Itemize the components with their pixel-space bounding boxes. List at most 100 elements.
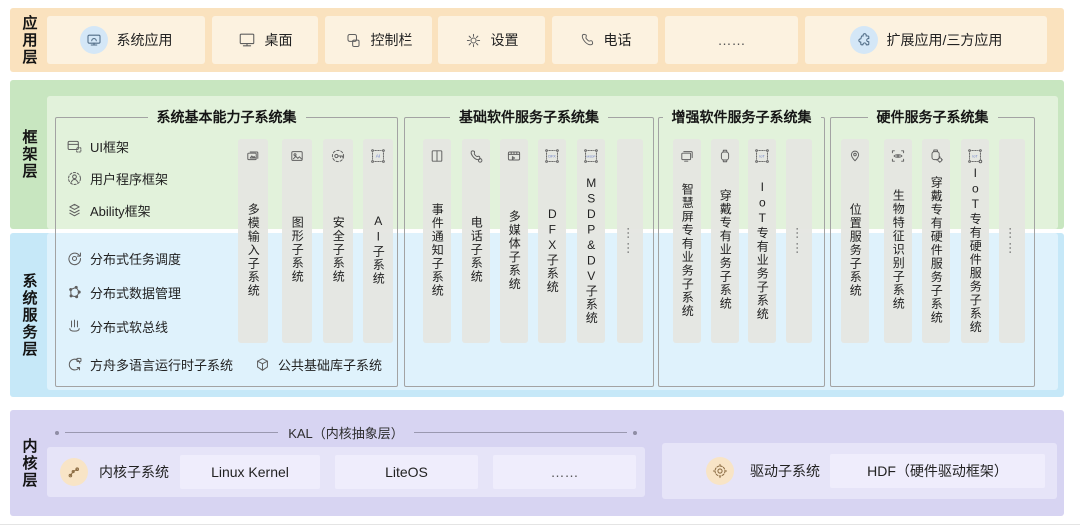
service-item: 公共基础库子系统 <box>254 355 382 374</box>
driver-item-hdf: HDF（硬件驱动框架） <box>830 454 1045 488</box>
subsystem-column-label: IoT专有业务子系统 <box>756 180 769 329</box>
app-item-ellipsis: …… <box>665 16 798 64</box>
subsystem-column-label: 穿戴专有硬件服务子系统 <box>930 176 943 333</box>
driver-subsystem-gear-icon <box>706 457 734 485</box>
telephony-icon <box>468 147 484 165</box>
app-item-label: 设置 <box>491 30 519 50</box>
layer-label-application: 应用层 <box>10 8 48 72</box>
graphics-icon <box>289 147 305 165</box>
subsystem-column-label: 智慧屏专有业务子系统 <box>681 183 694 326</box>
subsystem-column: 图形子系统 <box>282 139 312 343</box>
wearable-business-icon <box>717 147 733 165</box>
subsystem-column: 事件通知子系统 <box>423 139 451 343</box>
subsystem-column: AI AI子系统 <box>363 139 393 343</box>
kal-line-endpoint <box>633 431 637 435</box>
subsystem-column-label: 穿戴专有业务子系统 <box>719 189 732 319</box>
msdp-dv-icon: MSDP <box>583 147 599 165</box>
section-title: 硬件服务子系统集 <box>868 107 998 128</box>
svg-text:AI: AI <box>376 154 381 160</box>
driver-subsystem-panel: 驱动子系统 HDF（硬件驱动框架） <box>662 443 1057 499</box>
ai-icon: AI <box>370 147 386 165</box>
subsystem-column: IoT IoT专有业务子系统 <box>748 139 776 343</box>
kal-line-segment <box>65 432 278 433</box>
distributed-softbus-icon <box>66 318 83 335</box>
subsystem-column: 多模输入子系统 <box>238 139 268 343</box>
subsystem-column: 安全子系统 <box>323 139 353 343</box>
section-hardware-services: 硬件服务子系统集 位置服务子系统 生物特征识别子系统 穿戴专有硬件服务子系统 I… <box>830 117 1035 387</box>
kal-label: KAL（内核抽象层） <box>284 423 408 442</box>
app-item-label: 扩展应用/三方应用 <box>887 30 1003 50</box>
application-layer-band: 应用层 系统应用 桌面 控制栏 设置 <box>10 8 1064 72</box>
framework-item: UI框架 <box>66 137 129 156</box>
phone-icon <box>579 32 595 48</box>
kernel-subsystem-panel: 内核子系统 Linux Kernel LiteOS …… <box>47 447 645 497</box>
app-item-label: 系统应用 <box>117 30 173 50</box>
biometric-recognition-icon <box>890 147 906 165</box>
ellipsis-text: …… <box>794 226 809 256</box>
subsystem-column: 位置服务子系统 <box>841 139 869 343</box>
common-library-icon <box>254 356 271 373</box>
subsystem-column-label: 安全子系统 <box>332 216 345 292</box>
app-item-extended-apps: 扩展应用/三方应用 <box>805 16 1047 64</box>
service-item-label: 分布式软总线 <box>90 317 168 336</box>
app-item-desktop: 桌面 <box>212 16 318 64</box>
location-service-icon <box>847 147 863 165</box>
kal-line-segment <box>414 432 627 433</box>
dfx-icon: DFX <box>544 147 560 165</box>
kernel-subsystem-label: 内核子系统 <box>99 447 169 497</box>
desktop-icon <box>238 31 256 49</box>
subsystem-column-label: 图形子系统 <box>291 216 304 292</box>
layer-label-system-services: 系统服务层 <box>10 233 48 397</box>
smart-screen-icon <box>679 147 695 165</box>
security-icon <box>330 147 346 165</box>
app-item-label: 电话 <box>604 30 632 50</box>
system-apps-icon <box>80 26 108 54</box>
section-basic-software-services: 基础软件服务子系统集 事件通知子系统 电话子系统 多媒体子系统 DFX DFX子… <box>404 117 654 387</box>
ui-framework-icon <box>66 138 83 155</box>
ellipsis-text: …… <box>1007 226 1022 256</box>
ellipsis-text: …… <box>625 226 640 256</box>
subsystem-column: MSDP MSDP&DV子系统 <box>577 139 605 343</box>
kernel-item-linux: Linux Kernel <box>180 455 320 489</box>
multimodal-input-icon <box>245 147 261 165</box>
framework-item-label: UI框架 <box>90 137 129 156</box>
layer-label-framework: 框架层 <box>10 80 48 229</box>
subsystem-column-label: 事件通知子系统 <box>431 203 444 306</box>
subsystem-column-label: AI子系统 <box>372 214 385 294</box>
service-item-label: 分布式数据管理 <box>90 283 181 302</box>
event-notification-icon <box>429 147 445 165</box>
svg-text:DFX: DFX <box>548 154 556 158</box>
section-title: 基础软件服务子系统集 <box>450 107 608 128</box>
service-item: 方舟多语言运行时子系统 <box>66 355 233 374</box>
subsystem-column-label: 多媒体子系统 <box>508 210 521 299</box>
distributed-task-icon <box>66 250 83 267</box>
svg-text:IoT: IoT <box>972 154 978 158</box>
svg-text:MSDP: MSDP <box>587 154 596 158</box>
iot-hardware-icon: IoT <box>967 147 983 165</box>
control-bar-icon <box>345 32 362 49</box>
section-basic-capability: 系统基本能力子系统集 UI框架 用户程序框架 Ability框架 分布式任务调度 <box>55 117 398 387</box>
app-item-system-apps: 系统应用 <box>47 16 205 64</box>
subsystem-column: IoT IoT专有硬件服务子系统 <box>961 139 989 343</box>
subsystem-column-ellipsis: …… <box>617 139 643 343</box>
layer-label-kernel: 内核层 <box>10 410 48 516</box>
settings-gear-icon <box>465 32 482 49</box>
svg-text:IoT: IoT <box>759 154 765 158</box>
kal-line-endpoint <box>55 431 59 435</box>
service-item: 分布式软总线 <box>66 317 168 336</box>
kernel-item-liteos: LiteOS <box>335 455 478 489</box>
service-item-label: 公共基础库子系统 <box>278 355 382 374</box>
app-item-control-bar: 控制栏 <box>325 16 432 64</box>
service-item-label: 方舟多语言运行时子系统 <box>90 355 233 374</box>
framework-item-label: 用户程序框架 <box>90 169 168 188</box>
subsystem-column: 生物特征识别子系统 <box>884 139 912 343</box>
section-title: 系统基本能力子系统集 <box>148 107 306 128</box>
app-item-phone: 电话 <box>552 16 658 64</box>
subsystem-column: 智慧屏专有业务子系统 <box>673 139 701 343</box>
framework-item: Ability框架 <box>66 201 151 220</box>
section-enhanced-software-services: 增强软件服务子系统集 智慧屏专有业务子系统 穿戴专有业务子系统 IoT IoT专… <box>658 117 825 387</box>
ability-framework-icon <box>66 202 83 219</box>
service-item: 分布式数据管理 <box>66 283 181 302</box>
architecture-diagram: 应用层 系统应用 桌面 控制栏 设置 <box>0 0 1080 527</box>
subsystem-column-label: 位置服务子系统 <box>849 203 862 306</box>
